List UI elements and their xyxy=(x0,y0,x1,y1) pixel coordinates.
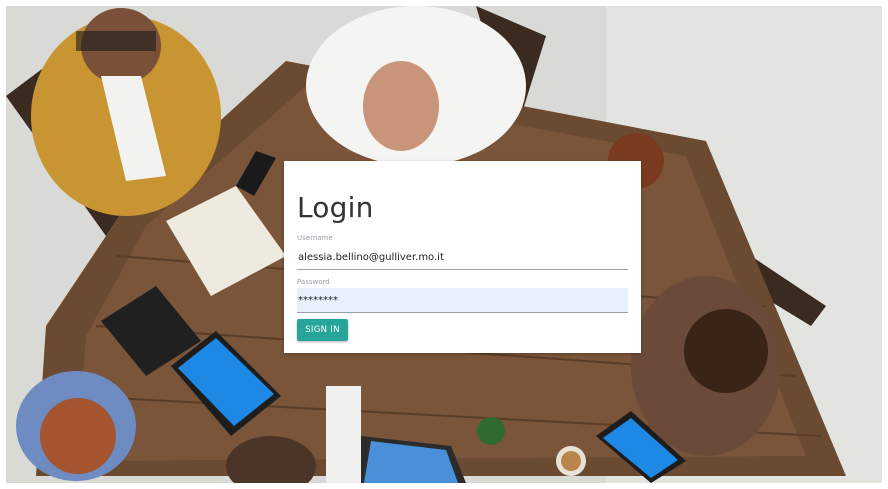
username-input[interactable] xyxy=(297,245,628,270)
password-label: Password xyxy=(297,278,330,286)
login-title: Login xyxy=(297,191,374,224)
sign-in-button[interactable]: SIGN IN xyxy=(297,319,348,341)
password-input[interactable] xyxy=(297,288,628,313)
username-label: Username xyxy=(297,234,333,242)
login-card: Login Username Password SIGN IN xyxy=(284,161,641,353)
